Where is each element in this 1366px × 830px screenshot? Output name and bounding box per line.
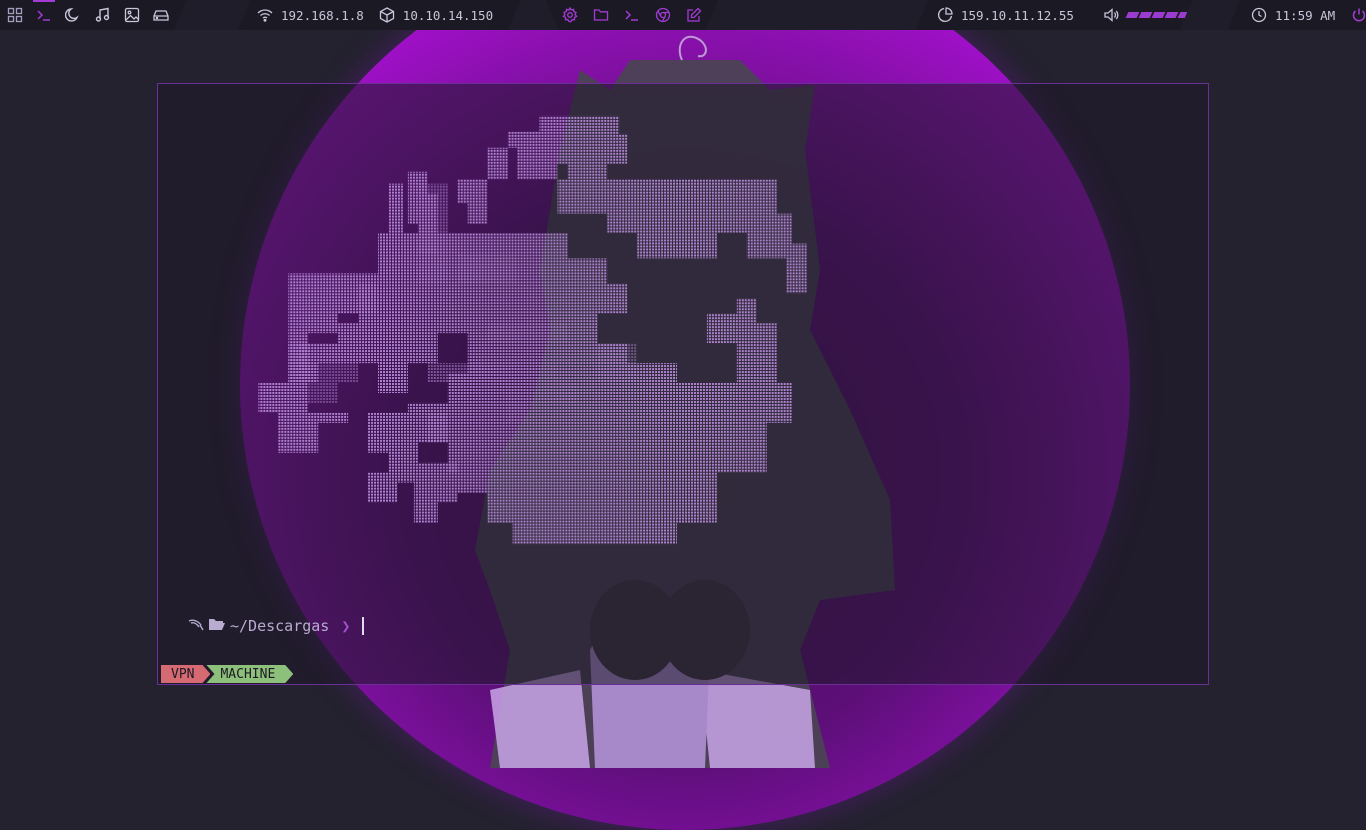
shell-prompt[interactable]: ~/Descargas ❯ — [188, 617, 365, 635]
prompt-chevron: ❯ — [341, 617, 351, 635]
image-icon[interactable] — [123, 6, 140, 24]
folder-open-icon — [208, 617, 226, 635]
edit-icon[interactable] — [685, 6, 702, 24]
machine-label: MACHINE — [220, 666, 276, 682]
speaker-icon — [1102, 6, 1120, 24]
public-ip-text: 159.10.11.12.55 — [961, 7, 1074, 23]
music-icon[interactable] — [94, 6, 111, 24]
clock-group: 11:59 AM — [1228, 0, 1366, 30]
volume-segment — [1151, 12, 1165, 18]
volume-segment — [1125, 12, 1139, 18]
local-ip[interactable]: 192.168.1.8 — [256, 6, 364, 24]
folder-icon[interactable] — [593, 6, 610, 24]
public-ip[interactable]: 159.10.11.12.55 — [936, 6, 1074, 24]
app-launcher-group — [546, 0, 718, 30]
grid-icon[interactable] — [6, 6, 23, 24]
vpn-badge: VPN — [161, 665, 210, 683]
gear-icon[interactable] — [562, 6, 579, 24]
machine-badge: MACHINE — [206, 665, 293, 683]
prompt-path: ~/Descargas — [230, 617, 330, 635]
text-cursor — [362, 617, 365, 635]
terminal-window[interactable]: ~/Descargas ❯ VPN MACHINE — [157, 83, 1209, 685]
local-ip-text: 192.168.1.8 — [281, 7, 364, 23]
system-info-group: 159.10.11.12.55 — [916, 0, 1192, 30]
vpn-label: VPN — [171, 666, 195, 682]
volume-segment — [1138, 12, 1152, 18]
volume-segment — [1164, 12, 1178, 18]
clock-icon — [1250, 6, 1268, 24]
tmux-status-bar: VPN MACHINE — [161, 665, 293, 683]
volume-segment — [1177, 12, 1191, 18]
vpn-ip[interactable]: 10.10.14.150 — [378, 6, 493, 24]
clock-time: 11:59 AM — [1275, 7, 1336, 23]
kali-dragon-icon — [188, 617, 204, 635]
power-icon[interactable] — [1351, 6, 1366, 24]
workspace-launcher-group — [0, 0, 186, 30]
moon-icon[interactable] — [65, 6, 82, 24]
cube-icon — [378, 6, 396, 24]
browser-icon[interactable] — [654, 6, 671, 24]
drive-icon[interactable] — [153, 6, 170, 24]
volume-level-bar[interactable] — [1127, 12, 1190, 18]
vpn-ip-text: 10.10.14.150 — [402, 7, 494, 23]
network-info-group: 192.168.1.8 10.10.14.150 — [238, 0, 520, 30]
ascii-art-logo — [258, 115, 807, 545]
volume-control[interactable] — [1102, 6, 1190, 24]
wifi-icon — [256, 6, 274, 24]
terminal-icon[interactable] — [35, 6, 52, 24]
clock[interactable]: 11:59 AM — [1250, 6, 1335, 24]
terminal-app-icon[interactable] — [624, 6, 641, 24]
pie-chart-icon — [936, 6, 954, 24]
top-panel: 192.168.1.8 10.10.14.150 159.10.11.12.55… — [0, 0, 1366, 30]
